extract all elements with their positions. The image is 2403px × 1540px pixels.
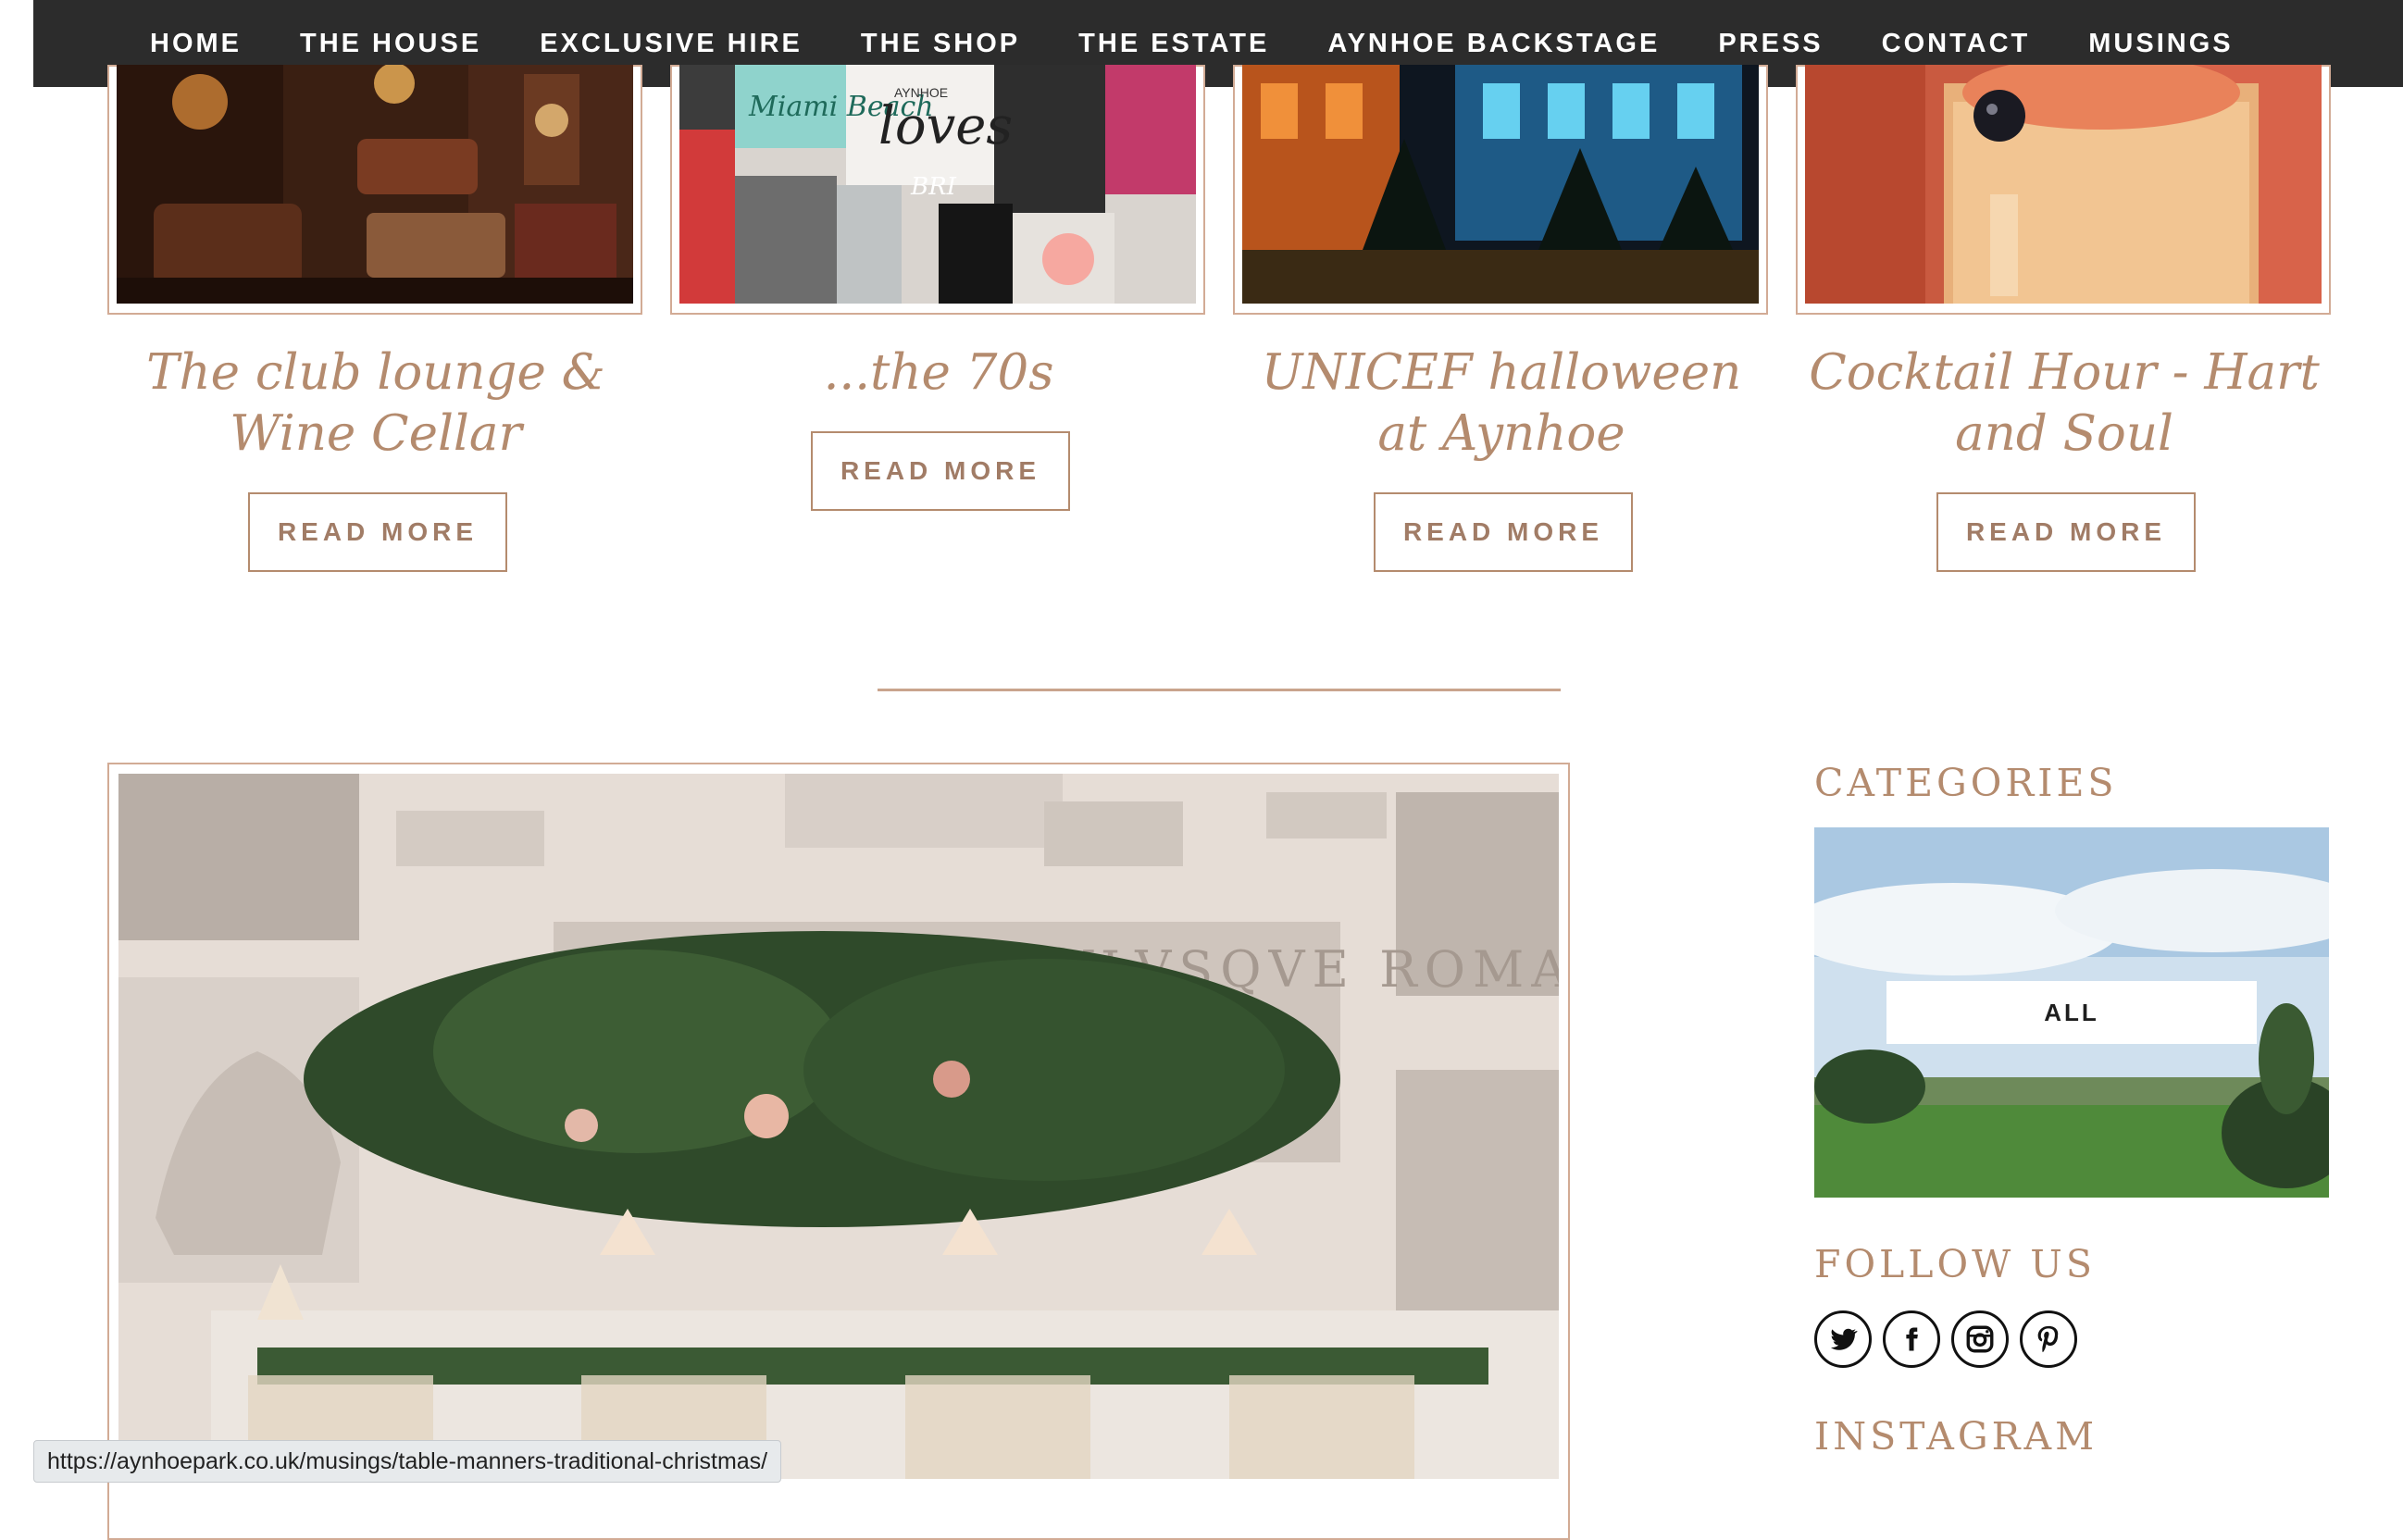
post-title[interactable]: The club lounge & Wine Cellar	[107, 342, 644, 465]
nav-item-the-house[interactable]: THE HOUSE	[300, 29, 481, 59]
twitter-icon[interactable]	[1814, 1310, 1872, 1368]
post-thumbnail-halloween[interactable]	[1242, 65, 1759, 304]
category-all-button[interactable]: ALL	[1886, 981, 2257, 1044]
nav-item-the-shop[interactable]: THE SHOP	[861, 29, 1020, 59]
svg-text:loves: loves	[878, 96, 1013, 156]
read-more-button[interactable]: READ MORE	[1936, 492, 2196, 572]
facebook-icon[interactable]	[1883, 1310, 1940, 1368]
link-preview-status-bar: https://aynhoepark.co.uk/musings/table-m…	[33, 1440, 782, 1483]
nav-item-the-estate[interactable]: THE ESTATE	[1078, 29, 1269, 59]
read-more-button[interactable]: READ MORE	[811, 431, 1070, 511]
nav-item-contact[interactable]: CONTACT	[1882, 29, 2031, 59]
read-more-button[interactable]: READ MORE	[248, 492, 507, 572]
nav-item-home[interactable]: HOME	[150, 29, 242, 59]
follow-us-heading: FOLLOW US	[1814, 1242, 2096, 1286]
svg-text:BRI: BRI	[910, 173, 957, 201]
post-thumbnail-cocktail[interactable]	[1805, 65, 2322, 304]
post-thumbnail-club-lounge[interactable]	[117, 65, 633, 304]
categories-heading: CATEGORIES	[1814, 761, 2118, 805]
post-thumbnail-70s-collage[interactable]: Miami Beach AYNHOE loves BRI	[679, 65, 1196, 304]
post-title[interactable]: ...the 70s	[670, 342, 1207, 404]
nav-item-aynhoe-backstage[interactable]: AYNHOE BACKSTAGE	[1327, 29, 1660, 59]
nav-item-musings[interactable]: MUSINGS	[2088, 29, 2233, 59]
instagram-icon[interactable]	[1951, 1310, 2009, 1368]
instagram-heading: INSTAGRAM	[1814, 1414, 2098, 1459]
featured-post-image[interactable]: SENATVS POPVLVSQVE ROMANVS	[118, 774, 1559, 1479]
post-title[interactable]: UNICEF halloween at Aynhoe	[1233, 342, 1770, 465]
nav-item-exclusive-hire[interactable]: EXCLUSIVE HIRE	[540, 29, 803, 59]
nav-item-press[interactable]: PRESS	[1718, 29, 1823, 59]
pinterest-icon[interactable]	[2020, 1310, 2077, 1368]
post-title[interactable]: Cocktail Hour - Hart and Soul	[1796, 342, 2333, 465]
read-more-button[interactable]: READ MORE	[1374, 492, 1633, 572]
section-divider	[878, 689, 1561, 691]
